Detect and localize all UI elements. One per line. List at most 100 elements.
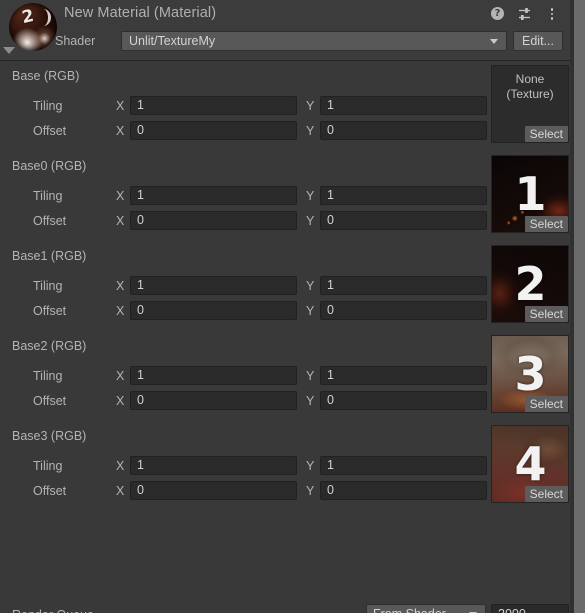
shader-dropdown[interactable]: Unlit/TextureMy [121,31,507,51]
offset-label: Offset [33,214,67,228]
tiling-label: Tiling [33,99,63,113]
texture-none-line1: None [515,72,545,86]
tiling-row: Tiling X 1 Y 1 [0,456,570,478]
more-menu-dots [544,6,560,22]
offset-row: Offset X 0 Y 0 [0,211,570,233]
offset-y-axis-label: Y [306,394,315,408]
offset-x-axis-label: X [116,484,125,498]
offset-y-axis-label: Y [306,304,315,318]
inspector-header: 2 New Material (Material) ? Shader Unlit… [0,0,570,61]
window-right-edge [574,0,585,613]
shader-dropdown-value: Unlit/TextureMy [129,34,216,48]
property-title: Base3 (RGB) [12,429,87,443]
offset-label: Offset [33,394,67,408]
header-icon-group: ? [490,6,560,22]
tiling-y-input[interactable]: 1 [320,366,487,385]
shader-row: Shader Unlit/TextureMy Edit... [0,31,570,55]
tiling-row: Tiling X 1 Y 1 [0,366,570,388]
help-icon[interactable]: ? [490,6,506,22]
tiling-y-input[interactable]: 1 [320,186,487,205]
offset-x-input[interactable]: 0 [130,121,297,140]
tiling-label: Tiling [33,279,63,293]
offset-label: Offset [33,124,67,138]
tiling-x-axis-label: X [116,369,125,383]
tiling-row: Tiling X 1 Y 1 [0,96,570,118]
tiling-y-input[interactable]: 1 [320,276,487,295]
tiling-x-axis-label: X [116,189,125,203]
tiling-y-axis-label: Y [306,99,315,113]
tiling-row: Tiling X 1 Y 1 [0,186,570,208]
texture-slot[interactable]: 4 Select [491,425,569,503]
tiling-label: Tiling [33,189,63,203]
offset-row: Offset X 0 Y 0 [0,301,570,323]
offset-x-axis-label: X [116,394,125,408]
tiling-x-axis-label: X [116,99,125,113]
more-menu-icon[interactable] [544,6,560,22]
tiling-x-axis-label: X [116,459,125,473]
offset-y-input[interactable]: 0 [320,211,487,230]
tiling-y-axis-label: Y [306,459,315,473]
offset-y-axis-label: Y [306,484,315,498]
property-title: Base2 (RGB) [12,339,87,353]
render-queue-label: Render Queue [12,608,94,613]
preset-icon-svg [519,8,530,20]
offset-label: Offset [33,304,67,318]
property-title: Base (RGB) [12,69,80,83]
tiling-x-input[interactable]: 1 [130,276,297,295]
texture-select-button[interactable]: Select [524,216,568,232]
tiling-y-axis-label: Y [306,279,315,293]
texture-select-button[interactable]: Select [524,486,568,502]
foldout-arrow-icon[interactable] [3,47,15,54]
texture-none-line2: (Texture) [506,87,554,101]
property-title: Base1 (RGB) [12,249,87,263]
offset-y-input[interactable]: 0 [320,121,487,140]
texture-slot[interactable]: 3 Select [491,335,569,413]
shader-edit-button[interactable]: Edit... [513,31,563,51]
texture-select-button[interactable]: Select [524,126,568,142]
tiling-x-axis-label: X [116,279,125,293]
chevron-down-icon [490,39,498,44]
texture-slot[interactable]: 1 Select [491,155,569,233]
help-icon-glyph: ? [491,7,504,20]
render-queue-value-field[interactable]: 2000 [491,604,569,613]
tiling-y-axis-label: Y [306,189,315,203]
tiling-x-input[interactable]: 1 [130,96,297,115]
inspector-body: Base (RGB) Tiling X 1 Y 1 Offset X 0 Y 0 None (Textu… [0,61,570,613]
preset-icon[interactable] [517,6,533,22]
property-title: Base0 (RGB) [12,159,87,173]
tiling-y-input[interactable]: 1 [320,96,487,115]
offset-y-axis-label: Y [306,214,315,228]
preview-glyph-label: 2 [20,5,36,29]
render-queue-dropdown[interactable]: From Shader [366,604,486,613]
tiling-y-input[interactable]: 1 [320,456,487,475]
offset-x-input[interactable]: 0 [130,211,297,230]
offset-row: Offset X 0 Y 0 [0,481,570,503]
tiling-x-input[interactable]: 1 [130,186,297,205]
tiling-row: Tiling X 1 Y 1 [0,276,570,298]
offset-x-input[interactable]: 0 [130,481,297,500]
texture-none-label: None (Texture) [492,72,568,102]
tiling-x-input[interactable]: 1 [130,456,297,475]
unity-material-inspector: 2 New Material (Material) ? Shader Unlit… [0,0,585,613]
offset-y-input[interactable]: 0 [320,301,487,320]
tiling-label: Tiling [33,459,63,473]
offset-row: Offset X 0 Y 0 [0,121,570,143]
shader-label: Shader [55,34,96,48]
tiling-label: Tiling [33,369,63,383]
offset-x-axis-label: X [116,214,125,228]
offset-y-input[interactable]: 0 [320,481,487,500]
texture-select-button[interactable]: Select [524,306,568,322]
offset-row: Offset X 0 Y 0 [0,391,570,413]
offset-y-input[interactable]: 0 [320,391,487,410]
offset-x-axis-label: X [116,124,125,138]
texture-slot[interactable]: None (Texture) Select [491,65,569,143]
offset-x-axis-label: X [116,304,125,318]
page-title: New Material (Material) [64,5,217,21]
tiling-y-axis-label: Y [306,369,315,383]
texture-select-button[interactable]: Select [524,396,568,412]
tiling-x-input[interactable]: 1 [130,366,297,385]
texture-slot[interactable]: 2 Select [491,245,569,323]
offset-label: Offset [33,484,67,498]
offset-x-input[interactable]: 0 [130,391,297,410]
offset-x-input[interactable]: 0 [130,301,297,320]
